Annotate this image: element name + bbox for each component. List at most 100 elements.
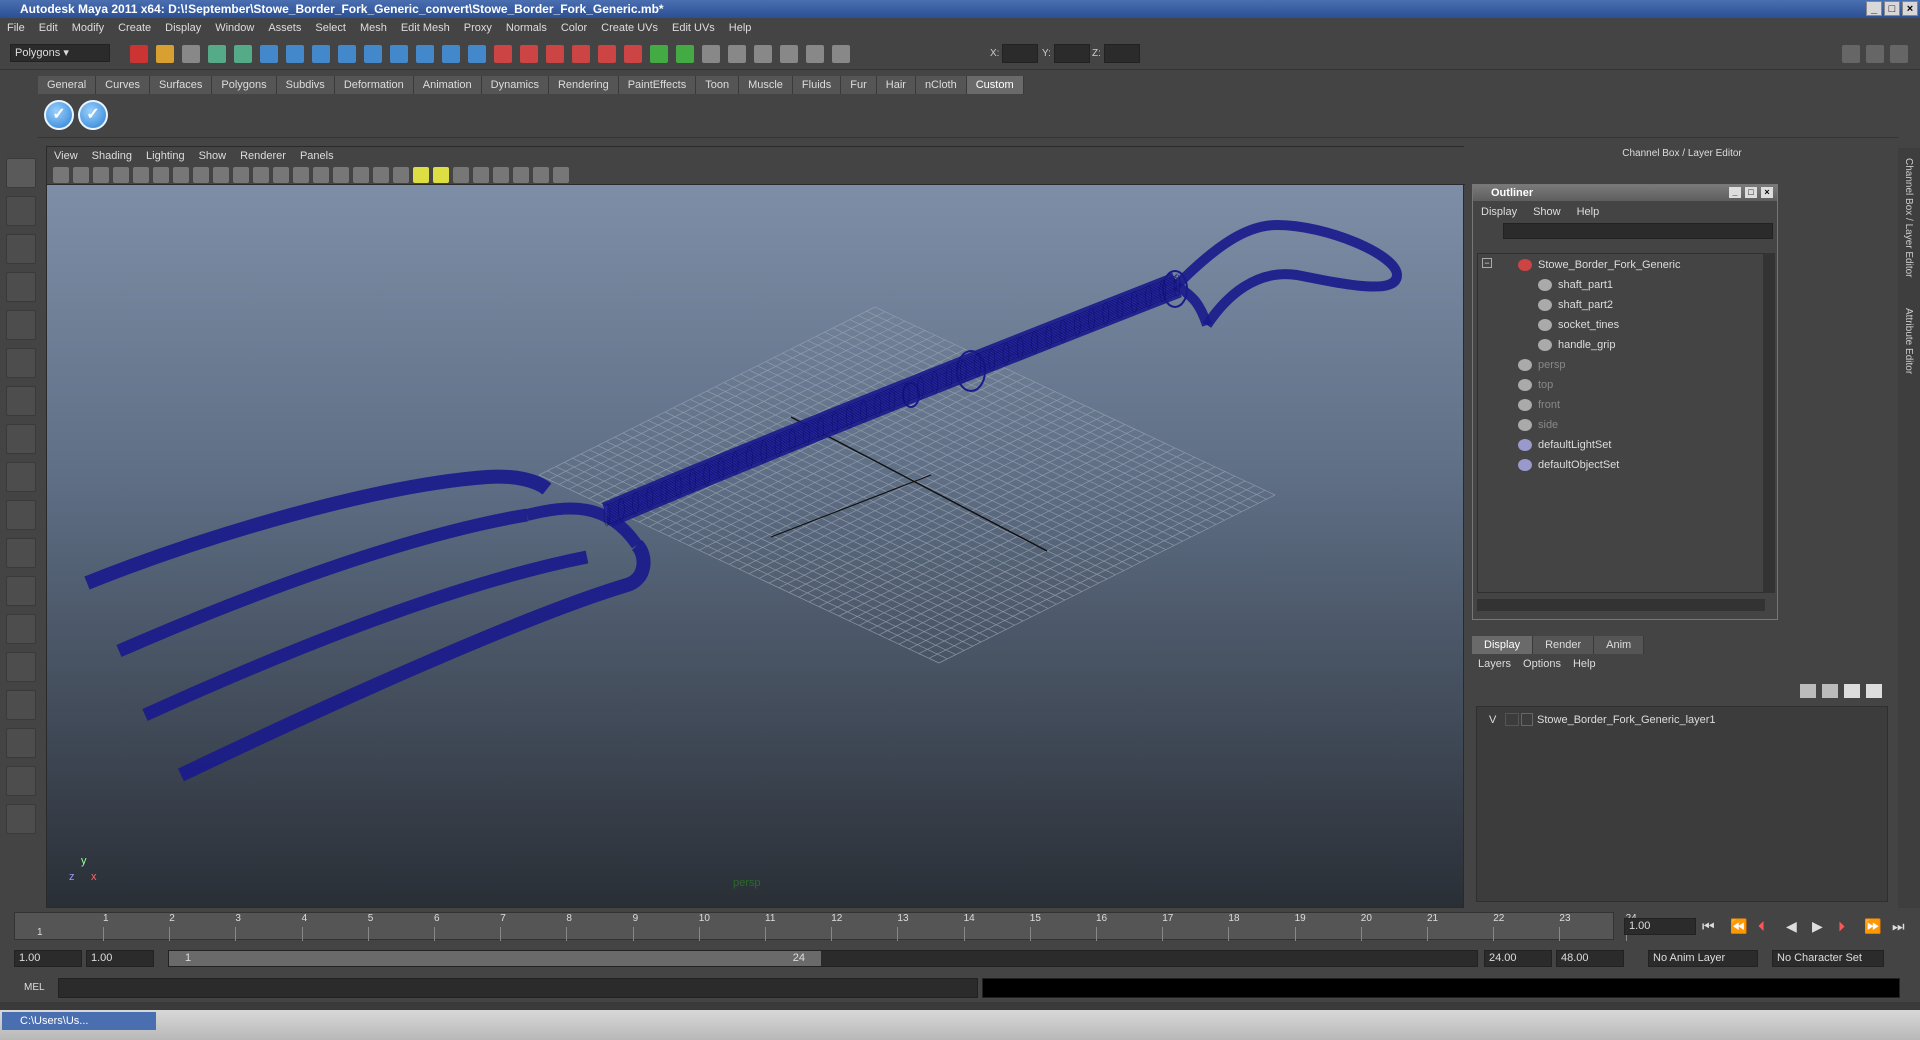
outliner-menu-display[interactable]: Display [1473,206,1525,218]
viewport-tool-icon-2[interactable] [73,167,89,183]
outliner-minimize-icon[interactable]: _ [1729,187,1741,198]
step-forward-key-icon[interactable]: ⏩ [1864,918,1881,935]
outliner-close-icon[interactable]: × [1761,187,1773,198]
shelf-tab-hair[interactable]: Hair [876,76,916,94]
menu-file[interactable]: File [0,22,32,34]
viewport-tool-icon-20[interactable] [433,167,449,183]
status-tool-icon-22[interactable] [676,45,694,63]
layer-menu-layers[interactable]: Layers [1472,658,1517,670]
status-tool-icon-18[interactable] [572,45,590,63]
menu-window[interactable]: Window [208,22,261,34]
menu-create[interactable]: Create [111,22,158,34]
status-tool-icon-8[interactable] [312,45,330,63]
viewport-tool-icon-5[interactable] [133,167,149,183]
outliner-menu-help[interactable]: Help [1569,206,1608,218]
menu-edit-mesh[interactable]: Edit Mesh [394,22,457,34]
y-field[interactable] [1054,44,1090,63]
step-forward-frame-icon[interactable]: ⏵ [1838,918,1845,935]
status-tool-icon-7[interactable] [286,45,304,63]
layer-tab-display[interactable]: Display [1472,636,1534,654]
shelf-tab-subdivs[interactable]: Subdivs [276,76,335,94]
shelf-tab-ncloth[interactable]: nCloth [915,76,967,94]
outliner-item[interactable]: front [1518,396,1560,414]
viewport-tool-icon-17[interactable] [373,167,389,183]
outliner-item[interactable]: shaft_part1 [1538,276,1613,294]
start-time-field[interactable]: 1.00 [14,950,82,967]
outliner-horizontal-scrollbar[interactable] [1477,599,1765,611]
layer-tab-anim[interactable]: Anim [1594,636,1645,654]
status-tool-icon-17[interactable] [546,45,564,63]
custom-tool-icon[interactable] [6,804,36,834]
status-tool-icon-21[interactable] [650,45,668,63]
status-tool-icon-14[interactable] [468,45,486,63]
outliner-item[interactable]: Stowe_Border_Fork_Generic [1518,256,1680,274]
anim-layer-selector[interactable]: No Anim Layer [1648,950,1758,967]
viewport-tool-icon-15[interactable] [333,167,349,183]
channel-box-toggle-icon[interactable] [1842,45,1860,63]
viewport-tool-icon-12[interactable] [273,167,289,183]
shelf-tab-fur[interactable]: Fur [841,76,877,94]
status-tool-icon-1[interactable] [130,45,148,63]
layer-assign-icon[interactable] [1844,684,1860,698]
viewport-tool-icon-22[interactable] [473,167,489,183]
viewport-menu-shading[interactable]: Shading [85,150,139,162]
viewport-tool-icon-23[interactable] [493,167,509,183]
outliner-layout-icon[interactable] [6,614,36,644]
status-tool-icon-16[interactable] [520,45,538,63]
four-pane-icon[interactable] [6,576,36,606]
shelf-tab-surfaces[interactable]: Surfaces [149,76,213,94]
step-back-frame-icon[interactable]: ⏴ [1758,918,1765,935]
status-tool-icon-15[interactable] [494,45,512,63]
shelf-tab-fluids[interactable]: Fluids [792,76,842,94]
layer-color-swatch[interactable] [1521,713,1533,726]
layer-menu-options[interactable]: Options [1517,658,1567,670]
outliner-item[interactable]: top [1518,376,1553,394]
status-tool-icon-4[interactable] [208,45,226,63]
shelf-tab-general[interactable]: General [38,76,97,94]
script-editor-icon[interactable] [6,766,36,796]
close-icon[interactable]: × [1902,1,1918,16]
last-tool-icon[interactable] [6,500,36,530]
status-tool-icon-19[interactable] [598,45,616,63]
playback-end-field[interactable]: 24.00 [1484,950,1552,967]
shelf-tab-toon[interactable]: Toon [696,76,740,94]
layer-new-icon[interactable] [1822,684,1838,698]
end-time-field[interactable]: 48.00 [1556,950,1624,967]
play-forwards-icon[interactable]: ▶ [1812,918,1823,935]
move-tool-icon[interactable] [6,272,36,302]
status-tool-icon-26[interactable] [780,45,798,63]
menu-help[interactable]: Help [722,22,759,34]
status-tool-icon-5[interactable] [234,45,252,63]
single-pane-icon[interactable] [6,538,36,568]
layer-add-icon[interactable] [1800,684,1816,698]
status-tool-icon-3[interactable] [182,45,200,63]
shelf-tab-animation[interactable]: Animation [413,76,482,94]
shelf-check-icon-1[interactable]: ✓ [44,100,74,130]
shelf-tab-muscle[interactable]: Muscle [739,76,793,94]
viewport-tool-icon-25[interactable] [533,167,549,183]
range-slider[interactable]: 1 24 [168,950,1478,967]
status-tool-icon-12[interactable] [416,45,434,63]
status-tool-icon-24[interactable] [728,45,746,63]
menu-display[interactable]: Display [158,22,208,34]
outliner-maximize-icon[interactable]: □ [1745,187,1757,198]
outliner-search-input[interactable] [1503,223,1773,239]
menu-color[interactable]: Color [554,22,594,34]
viewport-tool-icon-10[interactable] [233,167,249,183]
viewport-menu-view[interactable]: View [47,150,85,162]
viewport-tool-icon-18[interactable] [393,167,409,183]
current-time-field[interactable]: 1.00 [1624,918,1696,935]
layer-tab-render[interactable]: Render [1533,636,1595,654]
manipulator-icon[interactable] [6,386,36,416]
menu-select[interactable]: Select [308,22,353,34]
character-set-selector[interactable]: No Character Set [1772,950,1884,967]
status-tool-icon-20[interactable] [624,45,642,63]
menu-assets[interactable]: Assets [261,22,308,34]
layer-delete-icon[interactable] [1866,684,1882,698]
status-tool-icon-10[interactable] [364,45,382,63]
step-back-key-icon[interactable]: ⏪ [1730,918,1747,935]
outliner-item[interactable]: side [1518,416,1558,434]
menu-create-uvs[interactable]: Create UVs [594,22,665,34]
z-field[interactable] [1104,44,1140,63]
select-tool-icon[interactable] [6,158,36,188]
